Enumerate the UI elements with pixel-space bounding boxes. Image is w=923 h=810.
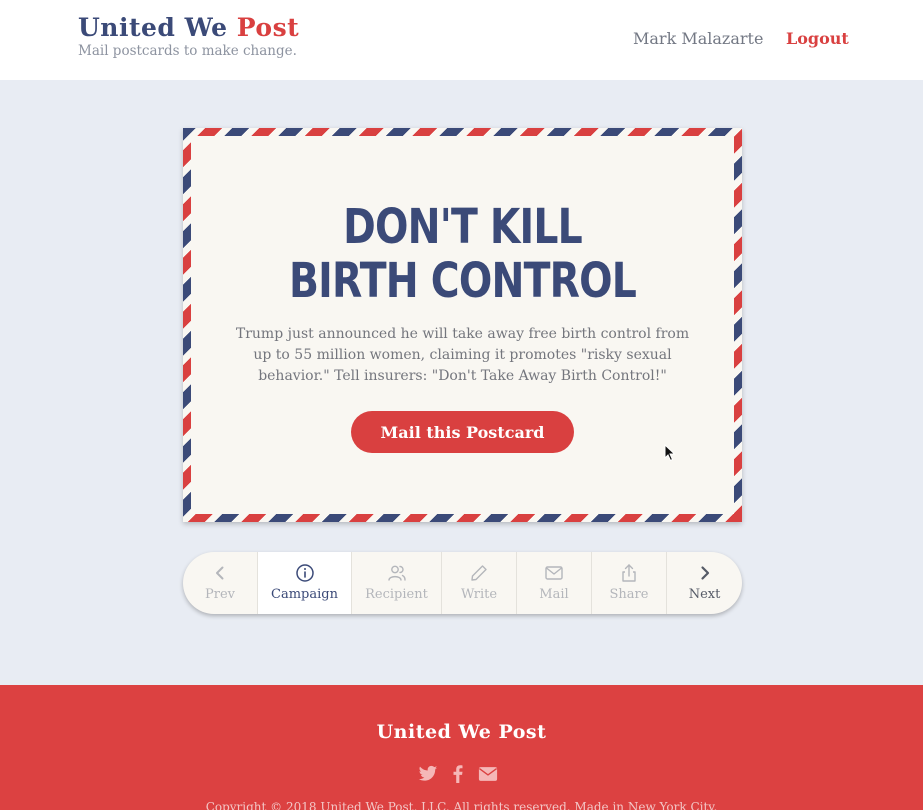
step-mail-label: Mail [539,587,569,602]
social-links [418,765,498,783]
step-campaign[interactable]: Campaign [258,552,352,614]
site-header: United We Post Mail postcards to make ch… [0,0,923,80]
step-next-label: Next [688,587,721,602]
chevron-left-icon [216,566,224,580]
mouse-cursor-icon [664,444,676,462]
postcard: DON'T KILL BIRTH CONTROL Trump just anno… [183,128,742,522]
site-footer: United We Post Copyright © 2018 United W… [0,685,923,810]
campaign-description: Trump just announced he will take away f… [235,326,690,384]
campaign-title: DON'T KILL BIRTH CONTROL [288,199,637,309]
brand[interactable]: United We Post Mail postcards to make ch… [78,13,299,59]
share-icon [622,564,636,582]
envelope-icon[interactable] [478,765,498,783]
footer-brand: United We Post [376,721,547,743]
mail-icon [545,566,563,580]
users-icon [387,565,406,581]
step-recipient-label: Recipient [365,587,428,602]
chevron-right-icon [700,566,709,580]
mail-postcard-button[interactable]: Mail this Postcard [351,411,574,453]
step-campaign-label: Campaign [271,587,338,602]
step-mail[interactable]: Mail [517,552,592,614]
step-navigation: Prev Campaign Recipient Write Mail Share… [183,552,742,614]
brand-logo[interactable]: United We Post [78,13,299,43]
copyright-text: Copyright © 2018 United We Post, LLC. Al… [205,800,718,810]
step-share-label: Share [609,587,649,602]
brand-logo-word1: United We [78,13,228,42]
twitter-icon[interactable] [418,765,438,783]
step-recipient[interactable]: Recipient [352,552,442,614]
brand-tagline: Mail postcards to make change. [78,43,297,59]
step-write-label: Write [460,587,498,602]
step-share[interactable]: Share [592,552,667,614]
logout-link[interactable]: Logout [786,29,849,48]
step-prev-label: Prev [205,587,235,602]
step-prev[interactable]: Prev [183,552,258,614]
facebook-icon[interactable] [448,765,468,783]
pencil-icon [471,565,487,581]
step-write[interactable]: Write [442,552,517,614]
info-icon [295,564,314,582]
step-next[interactable]: Next [667,552,742,614]
brand-logo-word2: Post [236,13,300,42]
postcard-body: DON'T KILL BIRTH CONTROL Trump just anno… [191,136,734,514]
user-name-link[interactable]: Mark Malazarte [633,29,763,48]
